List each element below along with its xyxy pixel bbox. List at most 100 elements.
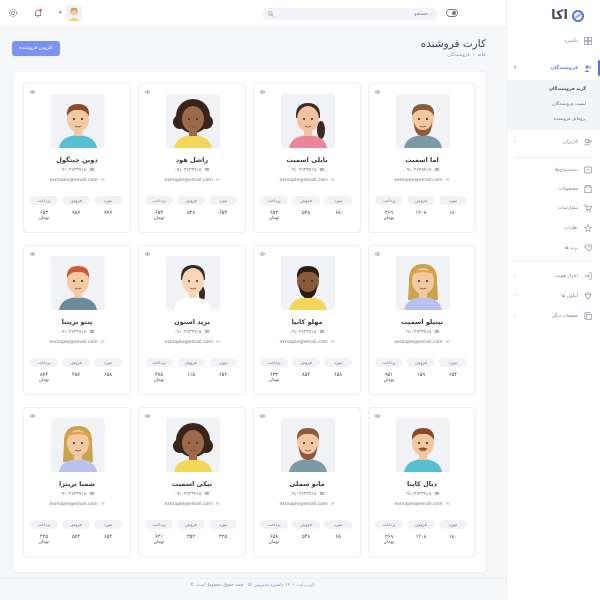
seller-name[interactable]: نیتیلو اسمیت (369, 318, 475, 326)
email-address[interactable]: exmaple@email.com (394, 502, 442, 507)
chevron-left-icon: ‹ (514, 293, 516, 299)
seller-name[interactable]: راشل هود (139, 156, 245, 164)
card-options-icon[interactable] (259, 251, 266, 257)
seller-card[interactable]: اما اسمیت ۰۹۱۰۳۶۳۸۷۱۸ ☎ exmaple@email.com ✉ م… (368, 83, 476, 233)
mail-icon: ✉ (215, 502, 220, 507)
seller-card[interactable]: نیکی اسمیت ۰۹۱۰۳۶۳۳۷۱۸ ☎ exmaple@email.com ✉… (138, 407, 246, 557)
stat-label: فروش (292, 196, 320, 205)
card-options-icon[interactable] (259, 89, 266, 95)
sidebar-item-sellers[interactable]: ▾ فروشندگان (506, 61, 600, 75)
seller-avatar (166, 256, 220, 310)
card-options-icon[interactable] (374, 251, 381, 257)
stat-label: مورد (324, 520, 352, 529)
seller-card[interactable]: بایلی اسمیت ۰۹۱۰۳۶۳۳۷۱۸ ☎ exmaple@email.com… (253, 83, 361, 233)
seller-name[interactable]: اما اسمیت (369, 156, 475, 164)
breadcrumb-home[interactable]: خانه (478, 53, 486, 58)
seller-phone: ۰۹۱۰۳۶۳۳۷۱۸ ☎ (24, 330, 130, 335)
brand-logo[interactable]: اکا (551, 8, 584, 23)
currency-unit: تومان (153, 540, 165, 545)
seller-name[interactable]: شمبا بریتزا (24, 480, 130, 488)
card-options-icon[interactable] (259, 413, 266, 419)
sidebar-item-users[interactable]: ‹ کاربران (506, 135, 600, 149)
seller-phone: ۰۹۱۰۳۶۳۳۷۱۸ ☎ (139, 330, 245, 335)
seller-name[interactable]: پنتو بریتنا (24, 318, 130, 326)
seller-card[interactable]: مانو سملی ۰۹۱۰۳۶۳۳۷۱۸ ☎ exmaple@email.com ✉ م… (253, 407, 361, 557)
card-options-icon[interactable] (29, 89, 36, 95)
seller-card[interactable]: دوبن چیتگول ۰۹۱۰۳۶۳۳۷۱۸ ☎ exmaple@email.com… (23, 83, 131, 233)
bell-button[interactable] (32, 7, 44, 19)
seller-name[interactable]: دیال کاپتا (369, 480, 475, 488)
sidebar-item-brand[interactable]: برند ها (506, 241, 600, 255)
stat-label: مورد (324, 196, 352, 205)
seller-name[interactable]: دوبن چیتگول (24, 156, 130, 164)
card-options-icon[interactable] (29, 413, 36, 419)
settings-button[interactable] (7, 7, 19, 19)
stat-label: پرداخت (145, 520, 173, 529)
box-icon (584, 185, 592, 193)
sidebar-item-label: دسته‌بندی‌ها (554, 167, 578, 173)
email-address[interactable]: exmaple@email.com (164, 340, 212, 345)
footer-link[interactable]: داشبرد مدیریتی اکا (247, 583, 283, 588)
sidebar-item-comment[interactable]: نظرات (506, 221, 600, 235)
stat-sales: فروش ۵۴۸ (292, 196, 320, 216)
seller-card[interactable]: پنتو بریتنا ۰۹۱۰۳۶۳۳۷۱۸ ☎ exmaple@email.com… (23, 245, 131, 395)
submenu-item-profile[interactable]: پروفایل فروشنده (554, 117, 586, 122)
seller-card[interactable]: نیتیلو اسمیت ۰۹۱۰۳۶۳۳۷۱۸ ☎ exmaple@email.co… (368, 245, 476, 395)
stat-payment: پرداخت ۶۵۳ تومان (145, 196, 173, 222)
search-box[interactable] (262, 8, 438, 20)
email-address[interactable]: exmaple@email.com (164, 502, 212, 507)
stat-label: پرداخت (375, 358, 403, 367)
email-address[interactable]: exmaple@email.com (49, 502, 97, 507)
sidebar-item-tag[interactable]: دسته‌بندی‌ها (506, 163, 600, 177)
email-address[interactable]: exmaple@email.com (279, 178, 327, 183)
sidebar-item-cart[interactable]: سفارشات (506, 201, 600, 215)
stat-label: مورد (209, 358, 237, 367)
seller-name[interactable]: نیکی اسمیت (139, 480, 245, 488)
card-options-icon[interactable] (144, 251, 151, 257)
email-address[interactable]: exmaple@email.com (49, 178, 97, 183)
seller-name[interactable]: مهلو کانیا (254, 318, 360, 326)
currency-unit: تومان (153, 216, 165, 221)
footer-divider (0, 578, 506, 579)
seller-email: exmaple@email.com ✉ (139, 178, 245, 183)
sidebar-item-box[interactable]: محصولات (506, 182, 600, 196)
chevron-left-icon: ‹ (514, 139, 516, 145)
seller-card[interactable]: برید استون ۰۹۱۰۳۶۳۳۷۱۸ ☎ exmaple@email.com ✉… (138, 245, 246, 395)
card-options-icon[interactable] (29, 251, 36, 257)
card-options-icon[interactable] (374, 89, 381, 95)
stat-label: فروش (62, 358, 90, 367)
sidebar-item-pages[interactable]: ‹ صفحات دیگر (506, 309, 600, 323)
email-address[interactable]: exmaple@email.com (279, 502, 327, 507)
stat-payment: پرداخت ۲۶۹ تومان (375, 520, 403, 546)
add-seller-button[interactable]: افزودن فروشنده (12, 41, 60, 56)
email-address[interactable]: exmaple@email.com (164, 178, 212, 183)
sidebar-item-diamond[interactable]: ‹ آیکون ها (506, 289, 600, 303)
seller-card[interactable]: شمبا بریتزا ۰۹۱۰۳۶۳۳۷۱۸ ☎ exmaple@email.com… (23, 407, 131, 557)
seller-card[interactable]: راشل هود ۰۹۱۰۳۶۳۳۷۱۸ ☎ exmaple@email.com ✉ مو… (138, 83, 246, 233)
email-address[interactable]: exmaple@email.com (279, 340, 327, 345)
email-address[interactable]: exmaple@email.com (49, 340, 97, 345)
card-options-icon[interactable] (144, 89, 151, 95)
user-avatar[interactable] (66, 5, 82, 21)
stat-value: ۹۸۷ (71, 210, 81, 216)
card-options-icon[interactable] (144, 413, 151, 419)
seller-name[interactable]: مانو سملی (254, 480, 360, 488)
sidebar-item-label: برند ها (564, 245, 578, 251)
email-address[interactable]: exmaple@email.com (394, 340, 442, 345)
sidebar-item-grid[interactable]: داشبرد (506, 34, 600, 48)
seller-card[interactable]: مهلو کانیا ۰۹۱۰۳۶۳۳۷۱۸ ☎ exmaple@email.com ✉… (253, 245, 361, 395)
seller-name[interactable]: برید استون (139, 318, 245, 326)
stat-items: مورد ۶۵۸ (94, 358, 122, 378)
card-options-icon[interactable] (374, 413, 381, 419)
stat-payment: پرداخت ۶۲۱ تومان (145, 520, 173, 546)
seller-card[interactable]: دیال کاپتا ۰۹۱۰۳۶۳۳۷۱۸ ☎ exmaple@email.com ✉… (368, 407, 476, 557)
seller-name[interactable]: بایلی اسمیت (254, 156, 360, 164)
submenu-item-grid[interactable]: گرید فروشندگان (549, 87, 586, 92)
toggle-icon[interactable] (446, 9, 458, 17)
sidebar-item-login[interactable]: ‹ احراز هویت (506, 269, 600, 283)
submenu-item-list[interactable]: لیست فروشندگان (552, 102, 586, 107)
chevron-down-icon[interactable]: ▾ (59, 10, 62, 16)
stat-sales: فروش ۹۸۷ (62, 196, 90, 216)
search-input[interactable] (274, 9, 432, 19)
email-address[interactable]: exmaple@email.com (394, 178, 442, 183)
